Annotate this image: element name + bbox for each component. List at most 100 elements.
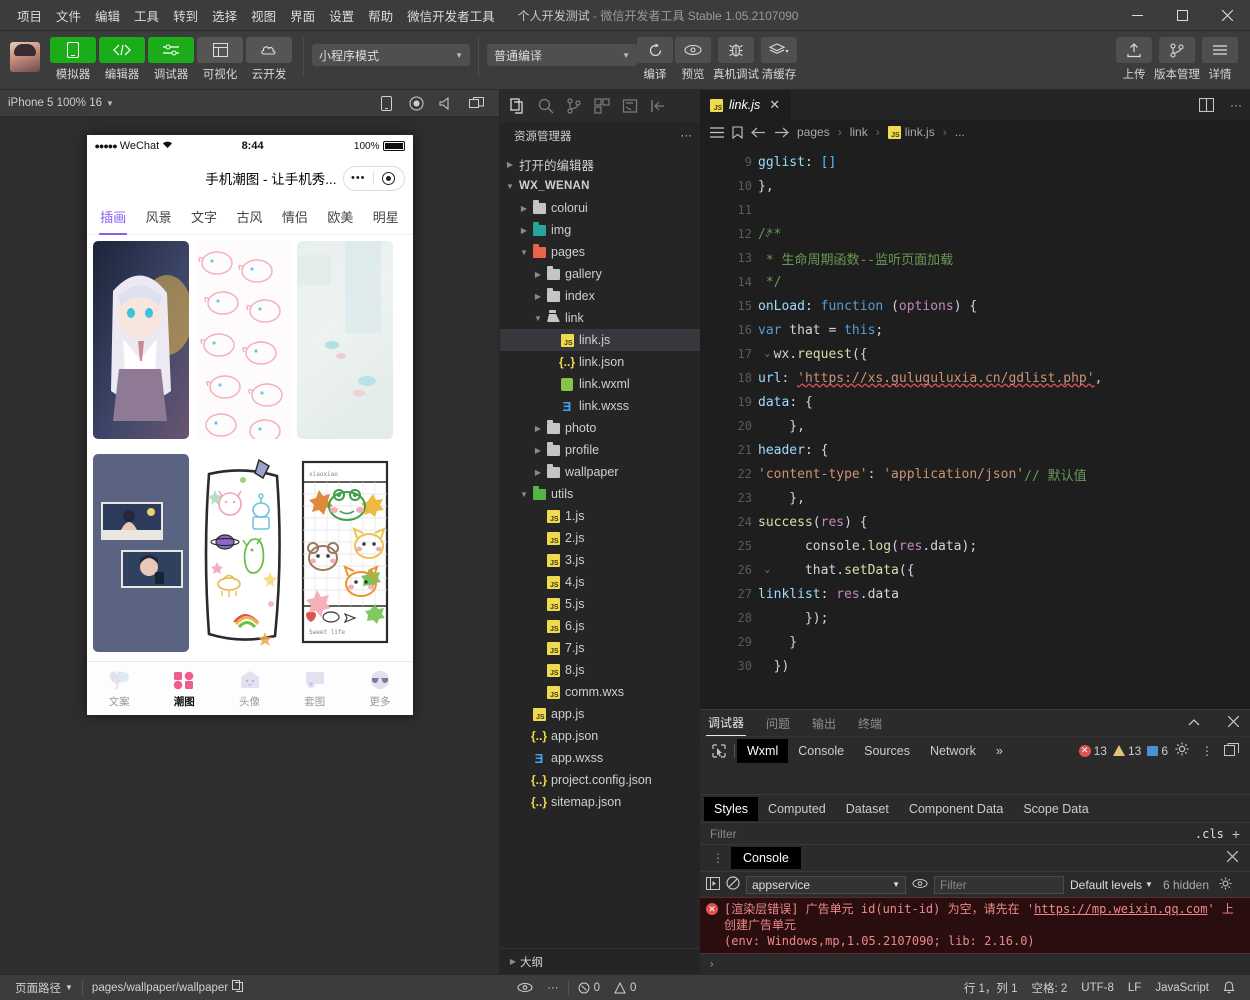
console-context-select[interactable]: appservice ▼ [746, 875, 906, 894]
breadcrumb-item-more[interactable]: ... [955, 125, 965, 139]
bell-icon[interactable] [1216, 981, 1242, 994]
tree-item-3-js[interactable]: JS 3.js [500, 549, 700, 571]
back-icon[interactable] [751, 127, 766, 138]
tree-item-gallery[interactable]: ▶ gallery [500, 263, 700, 285]
code-line[interactable]: }, [758, 486, 1250, 510]
record-icon[interactable] [401, 93, 431, 113]
toolbar-button-visual[interactable]: 可视化 [197, 37, 243, 82]
error-count-badge[interactable]: ✕ 13 [1078, 744, 1107, 758]
editor-more-icon[interactable]: ··· [1222, 90, 1250, 120]
grid-image-2[interactable] [194, 241, 291, 439]
console-drag-handle[interactable]: ⋮ [706, 851, 731, 865]
styles-tab-computed[interactable]: Computed [758, 797, 836, 821]
status-warning-count[interactable]: 0 [607, 981, 643, 994]
outline-section[interactable]: ▶ 大纲 [500, 948, 700, 974]
toolbar-button-debugger[interactable]: 调试器 [148, 37, 194, 82]
code-line[interactable]: url: 'https://xs.guluguluxia.cn/gdlist.p… [758, 366, 1250, 390]
styles-tab-styles[interactable]: Styles [704, 796, 759, 821]
console-sidebar-icon[interactable] [706, 876, 720, 893]
tree-item-2-js[interactable]: JS 2.js [500, 527, 700, 549]
status-indentation[interactable]: 空格: 2 [1025, 980, 1075, 996]
volume-icon[interactable] [431, 93, 461, 113]
code-line[interactable]: onLoad: function (options) { [758, 294, 1250, 318]
code-line[interactable] [758, 198, 1250, 222]
menu-item-project[interactable]: 项目 [10, 1, 49, 30]
forward-icon[interactable] [774, 127, 789, 138]
status-eol[interactable]: LF [1121, 982, 1148, 994]
status-more-icon[interactable]: ··· [540, 982, 566, 994]
breadcrumb-item-pages[interactable]: pages [797, 125, 830, 139]
tree-item-6-js[interactable]: JS 6.js [500, 615, 700, 637]
code-line[interactable]: gglist: [] [758, 150, 1250, 174]
code-line[interactable]: 'content-type': 'application/json' // 默认… [758, 462, 1250, 486]
chevron-down-icon[interactable]: ▼ [106, 99, 114, 108]
toolbar-button-cloud[interactable]: 云开发 [246, 37, 292, 82]
status-language[interactable]: JavaScript [1148, 982, 1216, 994]
code-line[interactable]: }) [758, 654, 1250, 678]
wxml-tree-area[interactable] [700, 764, 1250, 794]
close-icon[interactable]: ✕ [766, 97, 783, 113]
code-line[interactable]: } [758, 630, 1250, 654]
code-line[interactable]: }, [758, 174, 1250, 198]
tab-chaotu[interactable]: 潮图 [152, 662, 217, 715]
code-line[interactable]: console. log(res .data); [758, 534, 1250, 558]
gear-icon[interactable] [1168, 742, 1196, 759]
toolbar-button-upload[interactable]: 上传 [1116, 37, 1152, 82]
grid-image-4[interactable] [92, 454, 189, 652]
editor-tab-linkjs[interactable]: JS link.js ✕ [700, 90, 792, 120]
mode-select[interactable]: 小程序模式 ▼ [312, 44, 470, 66]
tree-item-colorui[interactable]: ▶ colorui [500, 197, 700, 219]
menu-item-file[interactable]: 文件 [49, 1, 88, 30]
category-tab-2[interactable]: 文字 [181, 199, 226, 234]
code-line[interactable]: }); [758, 606, 1250, 630]
fold-chevron-icon[interactable]: ⌄ [765, 565, 770, 575]
extensions-icon[interactable] [594, 98, 610, 114]
fold-chevron-icon[interactable]: ⌄ [765, 349, 770, 359]
category-tab-0[interactable]: 插画 [91, 199, 136, 234]
code-line[interactable]: data: { [758, 390, 1250, 414]
grid-image-5[interactable] [194, 454, 291, 652]
tree-item-index[interactable]: ▶ index [500, 285, 700, 307]
console-tab[interactable]: Console [731, 847, 801, 869]
minimize-icon[interactable] [1115, 0, 1160, 31]
add-style-rule-icon[interactable]: + [1232, 826, 1240, 842]
status-cursor-position[interactable]: 行 1，列 1 [957, 980, 1025, 996]
menu-item-help[interactable]: 帮助 [361, 1, 400, 30]
devtools-tab-overflow[interactable]: » [986, 739, 1013, 763]
breadcrumb-item-link[interactable]: link [850, 125, 868, 139]
panel-tab-debugger[interactable]: 调试器 [706, 710, 747, 736]
breadcrumb-item-linkjs[interactable]: JS link.js [887, 125, 935, 139]
menu-item-tools[interactable]: 工具 [127, 1, 166, 30]
avatar[interactable] [10, 42, 40, 72]
search-icon[interactable] [538, 98, 554, 114]
devtools-tab-console[interactable]: Console [788, 739, 854, 763]
console-error-message[interactable]: ✕ [渲染层错误] 广告单元 id(unit-id) 为空，请先在 'https… [700, 897, 1250, 954]
menu-item-interface[interactable]: 界面 [283, 1, 322, 30]
tab-touxiang[interactable]: 头像 [217, 662, 282, 715]
explorer-more-icon[interactable]: ··· [681, 130, 693, 142]
console-levels-select[interactable]: Default levels ▼ [1070, 878, 1153, 892]
status-page-path[interactable]: pages/wallpaper/wallpaper [85, 980, 250, 995]
close-console-icon[interactable] [1221, 850, 1244, 865]
toolbar-button-preview[interactable]: 预览 [675, 37, 711, 82]
toolbar-button-version[interactable]: 版本管理 [1154, 37, 1200, 82]
tree-item-8-js[interactable]: JS 8.js [500, 659, 700, 681]
collapse-panel-icon[interactable] [1183, 716, 1205, 730]
toolbar-button-details[interactable]: 详情 [1202, 37, 1238, 82]
tree-item-app-js[interactable]: JS app.js [500, 703, 700, 725]
tree-item-app-json[interactable]: {..} app.json [500, 725, 700, 747]
category-tab-4[interactable]: 情侣 [272, 199, 317, 234]
code-line[interactable]: header: { [758, 438, 1250, 462]
maximize-icon[interactable] [1160, 0, 1205, 31]
code-line[interactable]: wx. request({ [758, 342, 1250, 366]
tree-open-editors[interactable]: ▶ 打开的编辑器 [500, 153, 700, 175]
toolbar-button-editor[interactable]: 编辑器 [99, 37, 145, 82]
menu-item-goto[interactable]: 转到 [166, 1, 205, 30]
toolbar-button-realdevice[interactable]: 真机调试 [713, 37, 759, 82]
tree-item-sitemap-json[interactable]: {..} sitemap.json [500, 791, 700, 813]
fold-chevron-icon[interactable]: ⌄ [765, 517, 770, 527]
console-error-link[interactable]: https://mp.weixin.qq.com [1034, 902, 1207, 916]
more-dots-icon[interactable]: ••• [344, 172, 374, 184]
devtools-tab-network[interactable]: Network [920, 739, 986, 763]
status-encoding[interactable]: UTF-8 [1074, 982, 1121, 994]
